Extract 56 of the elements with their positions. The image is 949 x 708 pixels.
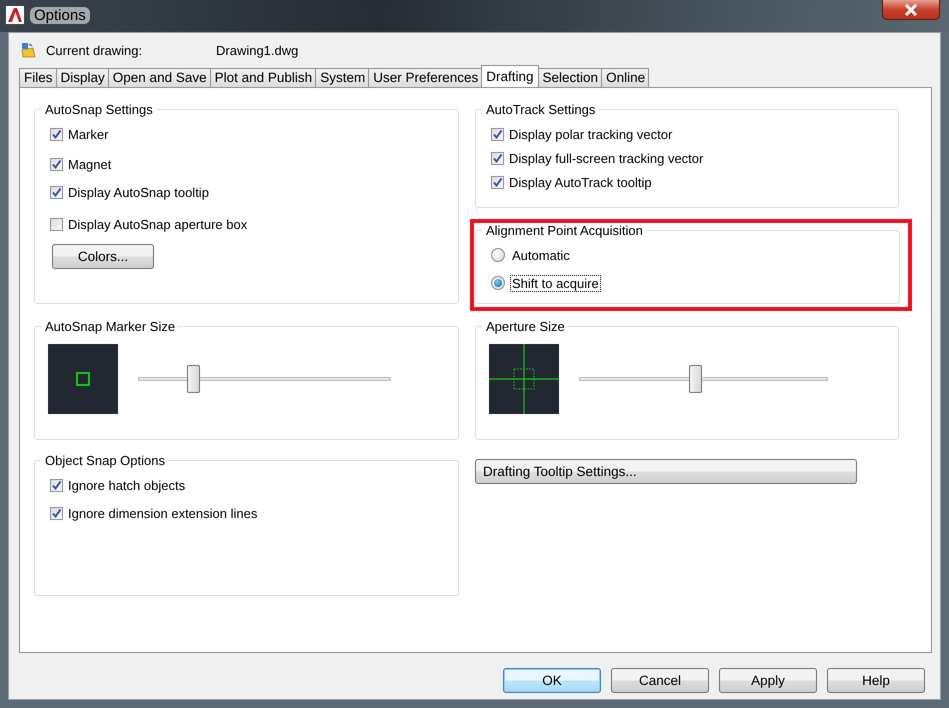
- checkbox[interactable]: [491, 176, 504, 188]
- checkbox[interactable]: [50, 478, 63, 492]
- group-title: Alignment Point Acquisition: [485, 223, 644, 238]
- radio-button[interactable]: [491, 276, 505, 290]
- group-title: AutoSnap Marker Size: [44, 319, 176, 334]
- marker-square-icon: [76, 372, 90, 386]
- slider-thumb[interactable]: [689, 365, 702, 393]
- radio-button[interactable]: [491, 248, 505, 262]
- tab[interactable]: Plot and Publish: [210, 68, 316, 87]
- checkbox-label: Display full-screen tracking vector: [509, 150, 704, 166]
- checkbox-label: Marker: [68, 126, 108, 142]
- radio-label: Shift to acquire: [510, 274, 601, 292]
- current-drawing-label: Current drawing:: [46, 42, 144, 58]
- checkbox-label: Ignore dimension extension lines: [68, 506, 258, 520]
- drafting-tooltip-settings-button[interactable]: Drafting Tooltip Settings...: [475, 459, 857, 484]
- tab[interactable]: Selection: [538, 68, 602, 87]
- group-title: AutoTrack Settings: [485, 102, 596, 117]
- tab[interactable]: Files: [19, 68, 57, 87]
- window-title: Options: [30, 7, 90, 24]
- marker-size-slider[interactable]: [138, 365, 391, 393]
- checkbox[interactable]: [50, 218, 63, 230]
- dialog-button[interactable]: Apply: [719, 668, 817, 693]
- checkbox[interactable]: [50, 186, 63, 198]
- slider-thumb[interactable]: [186, 365, 200, 393]
- close-button[interactable]: [882, 0, 940, 20]
- aperture-preview: [489, 344, 559, 414]
- checkbox-label: Display AutoTrack tooltip: [509, 174, 652, 190]
- group-title: Object Snap Options: [44, 453, 166, 468]
- current-drawing-name: Drawing1.dwg: [216, 42, 298, 58]
- tab[interactable]: Open and Save: [108, 68, 211, 87]
- dialog-button[interactable]: OK: [503, 668, 601, 693]
- close-icon: [904, 4, 918, 16]
- dialog-button[interactable]: Help: [827, 668, 925, 693]
- checkbox-label: Display AutoSnap tooltip: [68, 184, 209, 200]
- checkbox[interactable]: [491, 152, 504, 164]
- checkbox[interactable]: [50, 128, 63, 140]
- app-logo-icon: [6, 6, 24, 24]
- tab[interactable]: Online: [601, 68, 650, 87]
- group-title: Aperture Size: [485, 319, 566, 334]
- dialog-button[interactable]: Cancel: [611, 668, 709, 693]
- checkbox[interactable]: [491, 128, 504, 140]
- checkbox-label: Display AutoSnap aperture box: [68, 216, 248, 232]
- tab[interactable]: User Preferences: [368, 68, 482, 87]
- aperture-size-slider[interactable]: [579, 365, 828, 393]
- checkbox-label: Display polar tracking vector: [509, 126, 672, 142]
- checkbox[interactable]: [50, 158, 63, 170]
- tab[interactable]: Drafting: [481, 65, 539, 87]
- drawing-file-icon: [20, 42, 36, 58]
- tab[interactable]: System: [315, 68, 370, 87]
- radio-label: Automatic: [511, 246, 571, 264]
- checkbox-label: Magnet: [68, 156, 112, 172]
- checkbox[interactable]: [50, 506, 63, 520]
- group-title: AutoSnap Settings: [44, 102, 154, 117]
- colors-button[interactable]: Colors...: [52, 244, 154, 269]
- checkbox-label: Ignore hatch objects: [68, 478, 186, 492]
- tab[interactable]: Display: [56, 68, 109, 87]
